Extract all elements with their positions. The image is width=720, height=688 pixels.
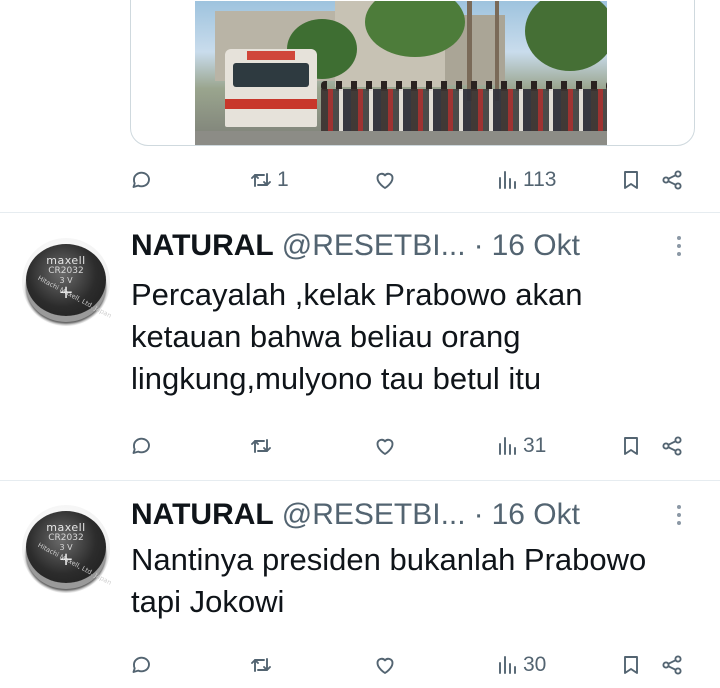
avatar[interactable]: maxell CR2032 3 V + Hitachi Maxell, Ltd.… xyxy=(22,505,113,593)
share-icon xyxy=(662,655,682,675)
more-button[interactable] xyxy=(670,497,688,533)
like-button[interactable] xyxy=(373,162,401,198)
views-count: 31 xyxy=(523,434,547,457)
tweet-header: NATURAL @RESETBI... · 16 Okt xyxy=(131,228,580,264)
display-name[interactable]: NATURAL xyxy=(131,498,274,532)
retweet-icon xyxy=(251,658,271,672)
avatar-model-text: CR2032 xyxy=(48,533,84,543)
more-button[interactable] xyxy=(670,228,688,264)
more-icon xyxy=(677,505,681,509)
tweet-date[interactable]: 16 Okt xyxy=(492,498,580,532)
like-icon xyxy=(376,172,394,189)
views-count: 113 xyxy=(523,168,557,191)
user-handle[interactable]: @RESETBI... xyxy=(282,498,466,532)
share-button[interactable] xyxy=(660,428,684,464)
views-icon xyxy=(499,437,516,455)
tweet-header: NATURAL @RESETBI... · 16 Okt xyxy=(131,497,580,533)
reply-button[interactable] xyxy=(129,428,157,464)
tweet-photo[interactable] xyxy=(195,1,607,145)
share-icon xyxy=(662,436,682,456)
tweet-text: Nantinya presiden bukanlah Prabowo tapi … xyxy=(131,542,647,619)
display-name[interactable]: NATURAL xyxy=(131,229,274,263)
tweet-text: Percayalah ,kelak Prabowo akan ketauan b… xyxy=(131,277,583,396)
tweet[interactable]: maxell CR2032 3 V + Hitachi Maxell, Ltd.… xyxy=(0,212,720,480)
battery-image: maxell CR2032 3 V + Hitachi Maxell, Ltd.… xyxy=(26,511,113,587)
avatar[interactable]: maxell CR2032 3 V + Hitachi Maxell, Ltd.… xyxy=(22,238,113,326)
share-button[interactable] xyxy=(660,162,684,198)
like-button[interactable] xyxy=(373,428,401,464)
user-handle[interactable]: @RESETBI... xyxy=(282,229,466,263)
retweet-button[interactable]: 1 xyxy=(249,162,289,198)
reply-button[interactable] xyxy=(129,647,157,683)
views-icon xyxy=(499,171,516,189)
bookmark-button[interactable] xyxy=(619,428,643,464)
reply-button[interactable] xyxy=(129,162,157,198)
share-icon xyxy=(662,170,682,190)
bookmark-icon xyxy=(624,437,638,455)
action-bar: 1 113 xyxy=(0,162,720,198)
retweet-icon xyxy=(251,173,271,187)
action-bar: 31 xyxy=(0,428,720,464)
views-count: 30 xyxy=(523,653,547,676)
views-icon xyxy=(499,656,516,674)
tweet[interactable]: maxell CR2032 3 V + Hitachi Maxell, Ltd.… xyxy=(0,481,720,688)
bookmark-button[interactable] xyxy=(619,647,643,683)
battery-image: maxell CR2032 3 V + Hitachi Maxell, Ltd.… xyxy=(26,244,113,320)
separator-dot: · xyxy=(473,229,484,262)
reply-icon xyxy=(132,437,150,454)
separator-dot: · xyxy=(473,498,484,531)
media-card[interactable] xyxy=(130,0,695,146)
views-button[interactable]: 30 xyxy=(495,647,546,683)
retweet-button[interactable] xyxy=(249,428,277,464)
tweet-date[interactable]: 16 Okt xyxy=(492,229,580,263)
views-button[interactable]: 113 xyxy=(495,162,556,198)
avatar-model-text: CR2032 xyxy=(48,266,84,276)
like-icon xyxy=(376,657,394,674)
bookmark-icon xyxy=(624,171,638,189)
retweet-icon xyxy=(251,439,271,453)
like-button[interactable] xyxy=(373,647,401,683)
like-icon xyxy=(376,438,394,455)
action-bar: 30 xyxy=(0,647,720,683)
more-icon xyxy=(677,236,681,240)
reply-icon xyxy=(132,171,150,188)
retweet-count: 1 xyxy=(277,168,289,191)
views-button[interactable]: 31 xyxy=(495,428,546,464)
bookmark-icon xyxy=(624,656,638,674)
reply-icon xyxy=(132,656,150,673)
share-button[interactable] xyxy=(660,647,684,683)
retweet-button[interactable] xyxy=(249,647,277,683)
bookmark-button[interactable] xyxy=(619,162,643,198)
